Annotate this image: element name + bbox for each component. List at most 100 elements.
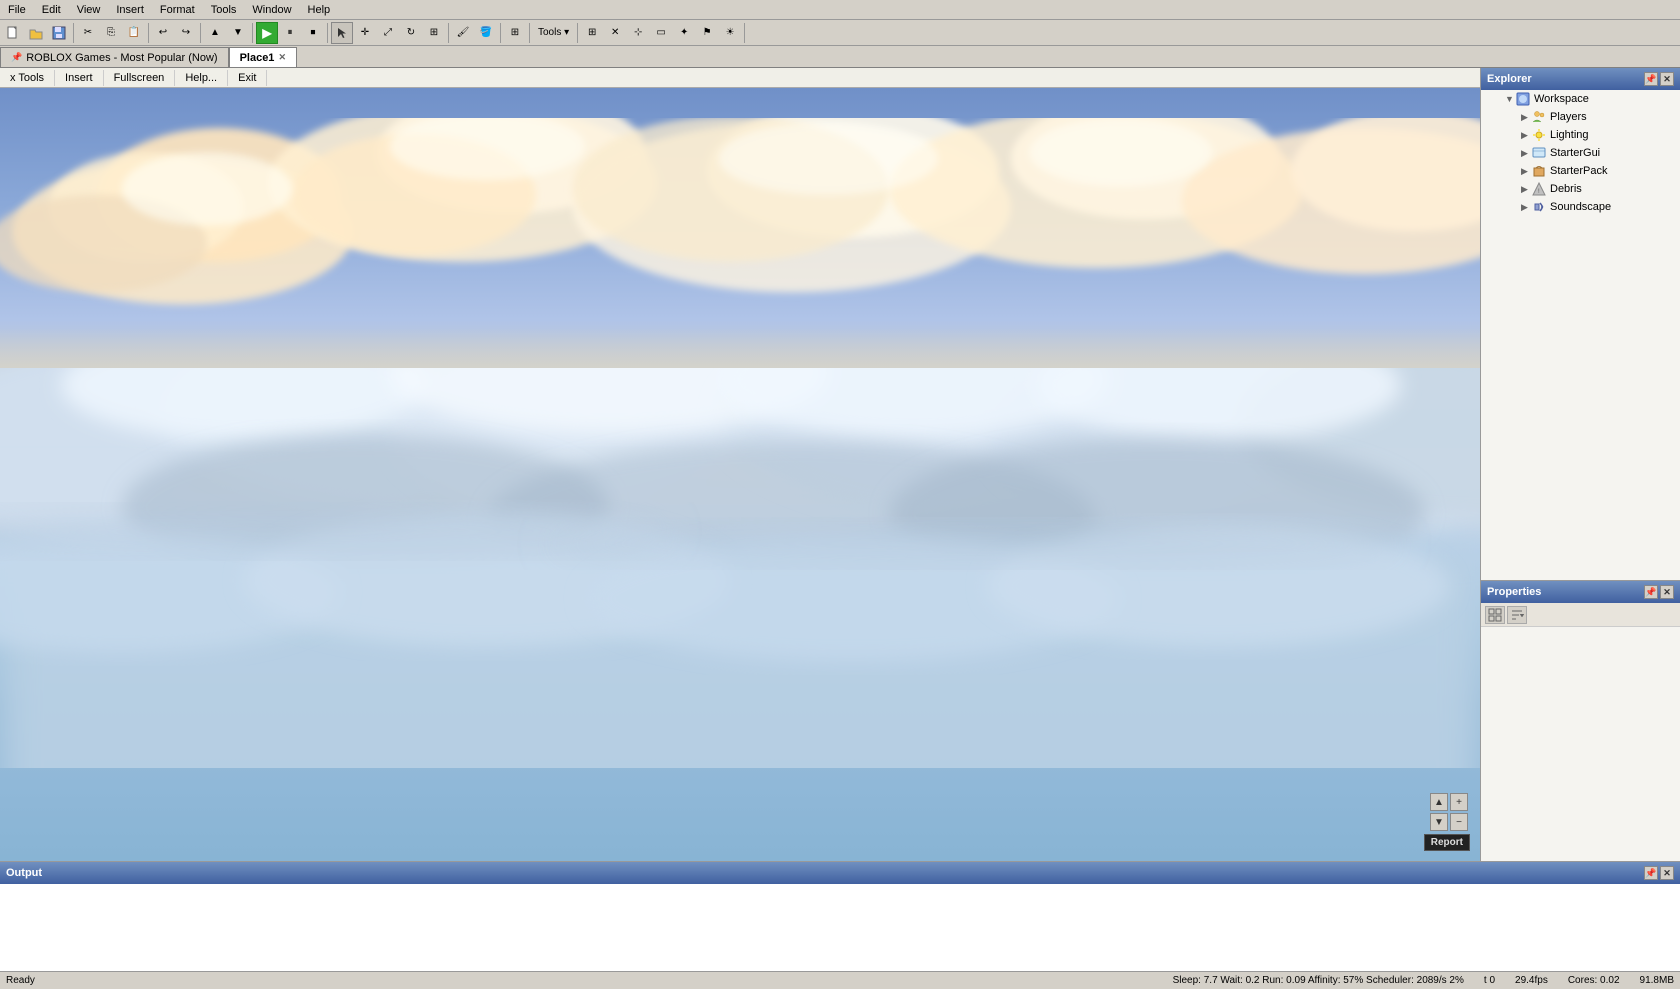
explorer-item-workspace[interactable]: ▼ Workspace: [1481, 90, 1680, 108]
copy-button[interactable]: ⎘: [100, 22, 122, 44]
rotate-tool[interactable]: ↻: [400, 22, 422, 44]
output-close-btn[interactable]: ✕: [1660, 866, 1674, 880]
star-button[interactable]: ✦: [673, 22, 695, 44]
redo-button[interactable]: ↪: [175, 22, 197, 44]
properties-toolbar: [1481, 603, 1680, 627]
menu-edit[interactable]: Edit: [34, 2, 69, 18]
nav-up-button[interactable]: ▲: [1430, 793, 1448, 811]
menu-tools[interactable]: Tools: [203, 2, 245, 18]
cut-button[interactable]: ✂: [77, 22, 99, 44]
toolbar: ✂ ⎘ 📋 ↩ ↪ ▲ ▼ ▶ ⏸ ⏹ ✛ ⤢ ↻ ⊞ 🖌 🪣 ⊞ Tools …: [0, 20, 1680, 46]
startergui-label: StarterGui: [1550, 147, 1600, 159]
play-button[interactable]: ▶: [256, 22, 278, 44]
undo-button[interactable]: ↩: [152, 22, 174, 44]
move-tool[interactable]: ✛: [354, 22, 376, 44]
debris-label: Debris: [1550, 183, 1582, 195]
viewport: x Tools Insert Fullscreen Help... Exit: [0, 68, 1480, 861]
scale-tool[interactable]: ⤢: [377, 22, 399, 44]
tab-place1[interactable]: Place1 ✕: [229, 47, 297, 67]
output-title: Output: [6, 867, 42, 879]
nav-zoom-out-button[interactable]: −: [1450, 813, 1468, 831]
flag-button[interactable]: ⚑: [696, 22, 718, 44]
tools-dropdown[interactable]: Tools ▾: [533, 22, 574, 44]
down-button[interactable]: ▼: [227, 22, 249, 44]
sep2: [148, 23, 149, 43]
sep8: [529, 23, 530, 43]
main-layout: x Tools Insert Fullscreen Help... Exit: [0, 68, 1680, 861]
explorer-close-btn[interactable]: ✕: [1660, 72, 1674, 86]
canvas-area[interactable]: Report ▲ + ▼ −: [0, 88, 1480, 861]
menu-file[interactable]: File: [0, 2, 34, 18]
players-icon: [1531, 109, 1547, 125]
nav-zoom-in-button[interactable]: +: [1450, 793, 1468, 811]
up-button[interactable]: ▲: [204, 22, 226, 44]
statusbar-right: Sleep: 7.7 Wait: 0.2 Run: 0.09 Affinity:…: [1173, 975, 1674, 986]
properties-header: Properties 📌 ✕: [1481, 581, 1680, 603]
paste-button[interactable]: 📋: [123, 22, 145, 44]
open-button[interactable]: [25, 22, 47, 44]
grid-button[interactable]: ⊞: [581, 22, 603, 44]
output-pin-btn[interactable]: 📌: [1644, 866, 1658, 880]
report-button[interactable]: Report: [1424, 834, 1470, 851]
nav-row-down: ▼ −: [1430, 813, 1468, 831]
starterpack-expand-icon: ▶: [1521, 166, 1529, 177]
axes-button[interactable]: ⊹: [627, 22, 649, 44]
output-content[interactable]: [0, 884, 1680, 971]
status-memory: 91.8MB: [1640, 975, 1674, 986]
soundscape-expand-icon: ▶: [1521, 202, 1529, 213]
sun-button[interactable]: ☀: [719, 22, 741, 44]
debris-icon: !: [1531, 181, 1547, 197]
game-insert-item[interactable]: Insert: [55, 70, 104, 86]
explorer-item-soundscape[interactable]: ▶ Soundscape: [1481, 198, 1680, 216]
explorer-item-lighting[interactable]: ▶ Lighting: [1481, 126, 1680, 144]
players-expand-icon: ▶: [1521, 112, 1529, 123]
tab-close-icon[interactable]: ✕: [278, 52, 286, 63]
menu-window[interactable]: Window: [244, 2, 299, 18]
menu-help[interactable]: Help: [300, 2, 339, 18]
game-help-item[interactable]: Help...: [175, 70, 228, 86]
properties-close-btn[interactable]: ✕: [1660, 585, 1674, 599]
menu-format[interactable]: Format: [152, 2, 203, 18]
sep4: [252, 23, 253, 43]
tab-roblox-games[interactable]: 📌 ROBLOX Games - Most Popular (Now): [0, 47, 229, 67]
save-button[interactable]: [48, 22, 70, 44]
explorer-item-startergui[interactable]: ▶ StarterGui: [1481, 144, 1680, 162]
sep3: [200, 23, 201, 43]
lighting-expand-icon: ▶: [1521, 130, 1529, 141]
tabbar: 📌 ROBLOX Games - Most Popular (Now) Plac…: [0, 46, 1680, 68]
menu-insert[interactable]: Insert: [108, 2, 152, 18]
box-button[interactable]: ▭: [650, 22, 672, 44]
pause-button[interactable]: ⏸: [279, 22, 301, 44]
prop-sort-btn[interactable]: [1507, 606, 1527, 624]
game-tools-item[interactable]: x Tools: [0, 70, 55, 86]
game-fullscreen-item[interactable]: Fullscreen: [104, 70, 176, 86]
sky-background: [0, 88, 1480, 861]
explorer-item-debris[interactable]: ▶ ! Debris: [1481, 180, 1680, 198]
explorer-pin-btn[interactable]: 📌: [1644, 72, 1658, 86]
select-tool[interactable]: [331, 22, 353, 44]
paint-tool[interactable]: 🖌: [452, 22, 474, 44]
startergui-icon: [1531, 145, 1547, 161]
prop-grid-btn[interactable]: [1485, 606, 1505, 624]
fill-tool[interactable]: 🪣: [475, 22, 497, 44]
explorer-item-starterpack[interactable]: ▶ StarterPack: [1481, 162, 1680, 180]
properties-pin-btn[interactable]: 📌: [1644, 585, 1658, 599]
snap-tool[interactable]: ⊞: [504, 22, 526, 44]
properties-header-btns: 📌 ✕: [1644, 585, 1674, 599]
workspace-icon: [1515, 91, 1531, 107]
transform-tool[interactable]: ⊞: [423, 22, 445, 44]
startergui-expand-icon: ▶: [1521, 148, 1529, 159]
starterpack-label: StarterPack: [1550, 165, 1607, 177]
menu-view[interactable]: View: [69, 2, 109, 18]
tab-roblox-games-label: ROBLOX Games - Most Popular (Now): [26, 52, 217, 64]
crosshair-button[interactable]: ✕: [604, 22, 626, 44]
explorer-item-players[interactable]: ▶ Players: [1481, 108, 1680, 126]
explorer-title: Explorer: [1487, 73, 1532, 85]
sep5: [327, 23, 328, 43]
stop-button[interactable]: ⏹: [302, 22, 324, 44]
nav-down-button[interactable]: ▼: [1430, 813, 1448, 831]
game-exit-item[interactable]: Exit: [228, 70, 267, 86]
sep7: [500, 23, 501, 43]
debris-expand-icon: ▶: [1521, 184, 1529, 195]
new-button[interactable]: [2, 22, 24, 44]
